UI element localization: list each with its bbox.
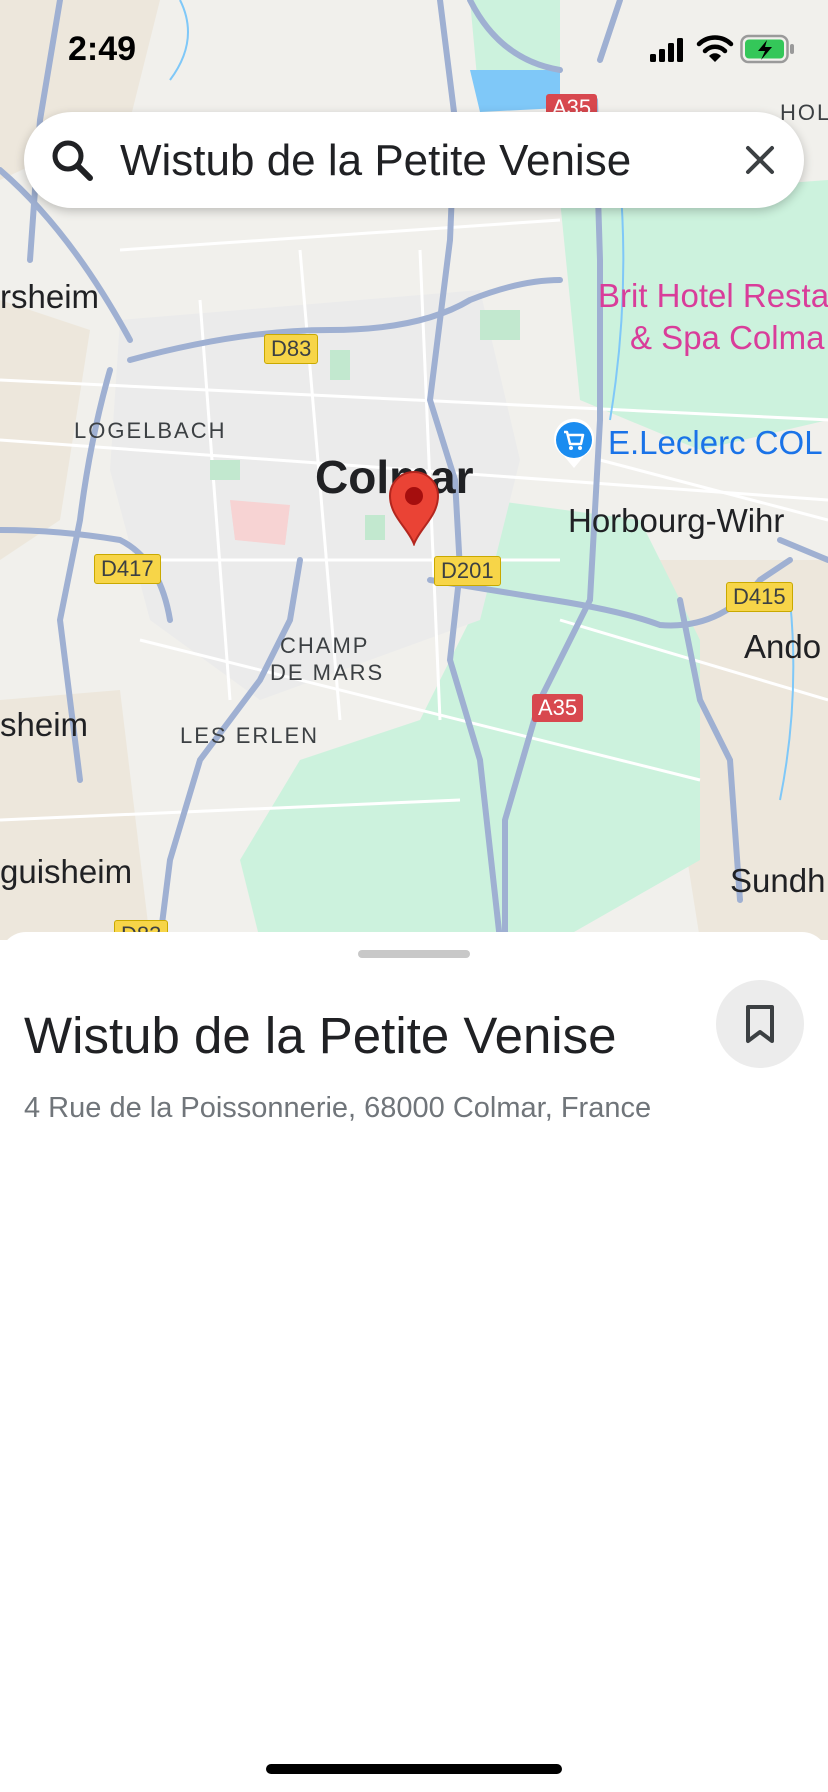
bookmark-icon bbox=[743, 1004, 777, 1049]
road-shield-d83: D83 bbox=[264, 334, 319, 364]
road-shield-a35: A35 bbox=[532, 694, 584, 722]
search-icon[interactable] bbox=[48, 136, 96, 189]
status-time: 2:49 bbox=[68, 30, 137, 68]
close-icon[interactable] bbox=[740, 140, 780, 185]
map-label-sundh: Sundh bbox=[730, 862, 826, 899]
poi-brit-hotel-line1[interactable]: Brit Hotel Resta bbox=[598, 276, 828, 316]
place-details-sheet[interactable]: Wistub de la Petite Venise 4 Rue de la P… bbox=[0, 932, 828, 1792]
place-title: Wistub de la Petite Venise bbox=[24, 1007, 617, 1064]
road-shield-d201: D201 bbox=[434, 556, 501, 586]
poi-brit-hotel-line2[interactable]: & Spa Colma bbox=[630, 318, 824, 358]
map-label-guisheim: guisheim bbox=[0, 853, 133, 890]
map-label-rsheim: rsheim bbox=[0, 278, 100, 315]
map-label-champ: CHAMP bbox=[280, 633, 370, 658]
map-pin-icon[interactable] bbox=[386, 470, 442, 551]
map-label-de-mars: DE MARS bbox=[270, 660, 385, 685]
wifi-icon bbox=[696, 34, 734, 69]
map-label-hol: HOL bbox=[780, 100, 828, 125]
battery-charging-icon bbox=[740, 34, 796, 69]
map-label-logelbach: LOGELBACH bbox=[74, 418, 227, 443]
map-label-ando: Ando bbox=[744, 628, 822, 665]
poi-leclerc[interactable]: E.Leclerc COL bbox=[608, 424, 823, 462]
shopping-cart-icon[interactable] bbox=[552, 418, 596, 475]
road-shield-d415: D415 bbox=[726, 582, 793, 612]
search-bar[interactable]: Wistub de la Petite Venise bbox=[24, 112, 804, 208]
cellular-signal-icon bbox=[650, 38, 686, 67]
place-address: 4 Rue de la Poissonnerie, 68000 Colmar, … bbox=[24, 1092, 652, 1124]
home-indicator[interactable] bbox=[266, 1764, 562, 1774]
save-place-button[interactable] bbox=[716, 980, 804, 1068]
map-label-les-erlen: LES ERLEN bbox=[180, 723, 320, 748]
search-input[interactable]: Wistub de la Petite Venise bbox=[120, 136, 631, 186]
map-label-horbourg-wihr: Horbourg-Wihr bbox=[568, 502, 785, 539]
road-shield-d417: D417 bbox=[94, 554, 161, 584]
map-label-sheim: sheim bbox=[0, 706, 89, 743]
sheet-drag-handle[interactable] bbox=[358, 950, 470, 958]
status-bar: 2:49 bbox=[0, 0, 828, 96]
